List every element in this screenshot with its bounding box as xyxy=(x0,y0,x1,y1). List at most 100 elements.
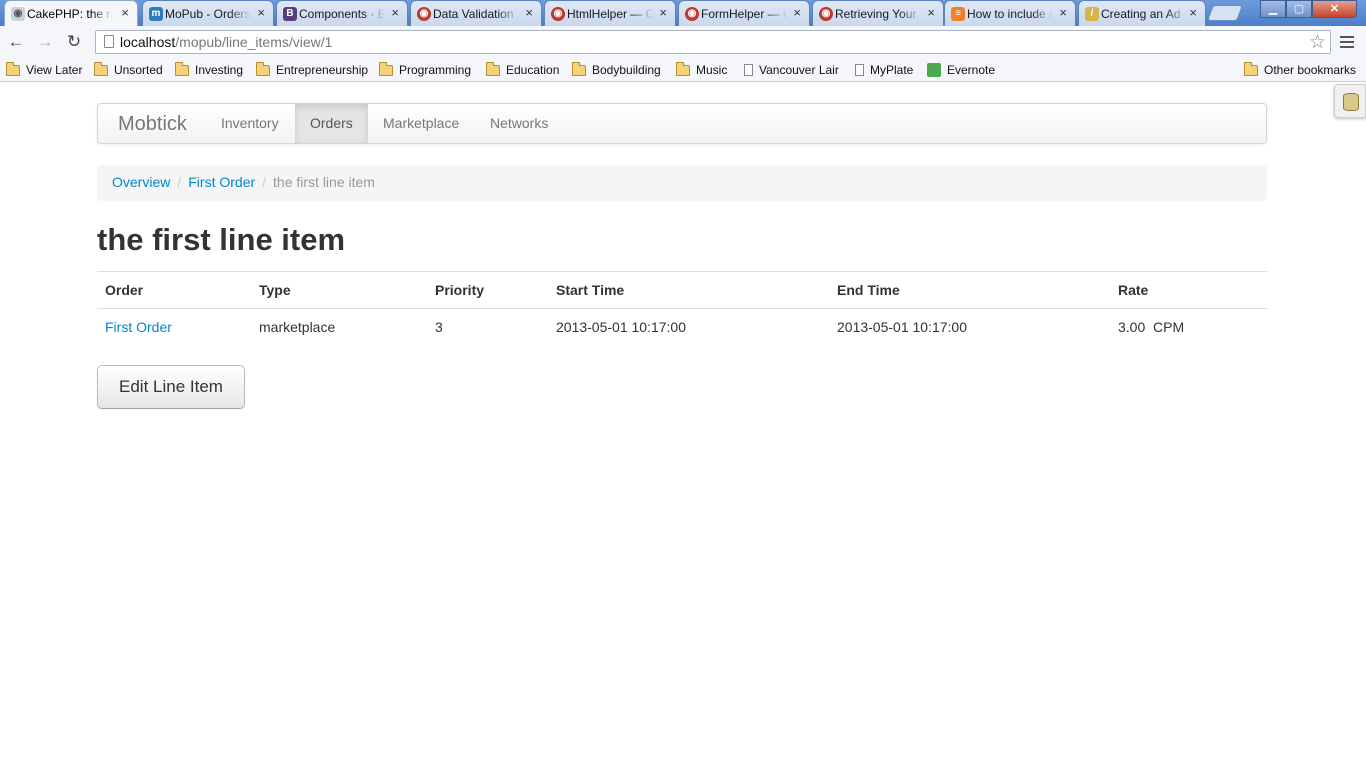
bookmark-folder[interactable]: View Later xyxy=(6,61,83,78)
bookmark-label: View Later xyxy=(26,63,83,77)
bookmark-folder[interactable]: Investing xyxy=(175,61,243,78)
browser-tab[interactable]: m MoPub - Orders × xyxy=(142,0,274,26)
new-tab-button[interactable] xyxy=(1207,5,1243,21)
mopub-icon: m xyxy=(149,7,163,21)
breadcrumb-separator: / xyxy=(262,174,267,190)
bookmark-label: Evernote xyxy=(947,63,996,77)
column-header-type: Type xyxy=(251,271,427,309)
browser-tab[interactable]: ≡ How to include a × xyxy=(944,0,1076,26)
folder-icon xyxy=(94,61,108,76)
folder-icon xyxy=(676,61,690,76)
folder-icon xyxy=(486,61,500,76)
page-title: the first line item xyxy=(97,222,346,257)
bookmark-page[interactable]: MyPlate xyxy=(855,62,913,78)
cakephp-icon: ◉ xyxy=(819,7,833,21)
app-navbar: Mobtick Inventory Orders Marketplace Net… xyxy=(97,103,1267,144)
browser-tabstrip: ◉ CakePHP: the rapid × m MoPub - Orders … xyxy=(0,0,1366,26)
browser-tab[interactable]: / Creating an Ad × xyxy=(1078,0,1206,26)
bookmark-folder[interactable]: Programming xyxy=(379,61,472,78)
menu-icon[interactable] xyxy=(1340,33,1354,51)
bookmark-label: Entrepreneurship xyxy=(276,63,369,77)
minimize-button[interactable]: ▁ xyxy=(1260,0,1286,18)
bookmark-page[interactable]: Evernote xyxy=(927,62,995,78)
nav-item-marketplace[interactable]: Marketplace xyxy=(368,104,474,143)
cakephp-icon: ◉ xyxy=(685,7,699,21)
evernote-icon xyxy=(927,63,941,77)
extension-database-icon[interactable] xyxy=(1334,84,1366,118)
nav-item-inventory[interactable]: Inventory xyxy=(206,104,294,143)
cakephp-icon: ◉ xyxy=(11,7,25,21)
tab-title: Data Validation xyxy=(433,6,514,21)
forward-arrow-icon[interactable]: → xyxy=(34,31,56,53)
bookmark-folder[interactable]: Bodybuilding xyxy=(572,61,661,78)
stackoverflow-icon: ≡ xyxy=(951,7,965,21)
close-window-button[interactable]: ✕ xyxy=(1312,0,1357,18)
folder-icon xyxy=(1244,61,1258,76)
back-arrow-icon[interactable]: ← xyxy=(5,31,27,53)
browser-tab[interactable]: ◉ CakePHP: the rapid × xyxy=(4,0,138,26)
breadcrumb-link-order[interactable]: First Order xyxy=(188,174,255,190)
address-bar[interactable]: localhost/mopub/line_items/view/1 ☆ xyxy=(95,30,1331,54)
bookmark-label: Other bookmarks xyxy=(1264,63,1357,77)
bookmark-label: Education xyxy=(506,63,560,77)
bookmark-label: Vancouver Lair xyxy=(759,63,839,77)
brand-logo[interactable]: Mobtick xyxy=(118,113,187,136)
close-tab-icon[interactable]: × xyxy=(525,5,533,20)
folder-icon xyxy=(379,61,393,76)
breadcrumb-link-overview[interactable]: Overview xyxy=(112,174,170,190)
bookmark-folder[interactable]: Education xyxy=(486,61,560,78)
url-host: localhost xyxy=(120,34,176,50)
nav-item-networks[interactable]: Networks xyxy=(475,104,563,143)
reload-icon[interactable]: ↻ xyxy=(63,31,85,53)
pencil-icon: / xyxy=(1085,7,1099,21)
bookmark-star-icon[interactable]: ☆ xyxy=(1309,31,1326,54)
tab-title: Creating an Ad xyxy=(1101,6,1181,21)
address-url: localhost/mopub/line_items/view/1 xyxy=(120,34,332,50)
maximize-button[interactable]: ▢ xyxy=(1286,0,1312,18)
tab-title: HtmlHelper — CakePHP xyxy=(567,6,653,21)
close-tab-icon[interactable]: × xyxy=(1189,5,1197,20)
bookmark-folder[interactable]: Entrepreneurship xyxy=(256,61,369,78)
table-row: First Order marketplace 3 2013-05-01 10:… xyxy=(97,308,1267,345)
other-bookmarks[interactable]: Other bookmarks xyxy=(1244,61,1357,78)
folder-icon xyxy=(6,61,20,76)
tab-title: Components · Bootstrap xyxy=(299,6,385,21)
browser-tab[interactable]: ◉ FormHelper — CakePHP × xyxy=(678,0,810,26)
browser-tab[interactable]: ◉ HtmlHelper — CakePHP × xyxy=(544,0,676,26)
close-tab-icon[interactable]: × xyxy=(927,5,935,20)
bookmark-page[interactable]: Vancouver Lair xyxy=(744,62,839,78)
close-tab-icon[interactable]: × xyxy=(1059,5,1067,20)
cell-rate: 3.00 CPM xyxy=(1110,308,1267,345)
close-tab-icon[interactable]: × xyxy=(257,5,265,20)
bookmark-folder[interactable]: Music xyxy=(676,61,728,78)
page-icon xyxy=(744,64,753,76)
column-header-start-time: Start Time xyxy=(548,271,829,309)
order-link[interactable]: First Order xyxy=(105,319,172,335)
close-tab-icon[interactable]: × xyxy=(793,5,801,20)
tab-title: MoPub - Orders xyxy=(165,6,251,21)
line-item-table: Order Type Priority Start Time End Time … xyxy=(97,271,1267,345)
close-tab-icon[interactable]: × xyxy=(121,5,129,20)
close-tab-icon[interactable]: × xyxy=(659,5,667,20)
bookmark-label: Programming xyxy=(399,63,472,77)
folder-icon xyxy=(572,61,586,76)
column-header-rate: Rate xyxy=(1110,271,1267,309)
tab-title: How to include a xyxy=(967,6,1053,21)
bookmark-label: Unsorted xyxy=(114,63,163,77)
bookmark-label: Music xyxy=(696,63,728,77)
bookmark-label: Bodybuilding xyxy=(592,63,661,77)
browser-tab[interactable]: ◉ Retrieving Your Data × xyxy=(812,0,944,26)
bookmark-folder[interactable]: Unsorted xyxy=(94,61,163,78)
cell-start-time: 2013-05-01 10:17:00 xyxy=(548,308,829,345)
browser-tab[interactable]: ◉ Data Validation × xyxy=(410,0,542,26)
close-tab-icon[interactable]: × xyxy=(391,5,399,20)
browser-tab[interactable]: B Components · Bootstrap × xyxy=(276,0,408,26)
page-icon xyxy=(104,35,114,48)
tab-title: Retrieving Your Data xyxy=(835,6,921,21)
edit-line-item-button[interactable]: Edit Line Item xyxy=(97,365,245,409)
breadcrumb: Overview / First Order / the first line item xyxy=(97,165,1267,201)
url-path: /mopub/line_items/view/1 xyxy=(175,34,333,50)
nav-item-orders[interactable]: Orders xyxy=(295,104,368,143)
cell-end-time: 2013-05-01 10:17:00 xyxy=(829,308,1110,345)
cakephp-icon: ◉ xyxy=(417,7,431,21)
